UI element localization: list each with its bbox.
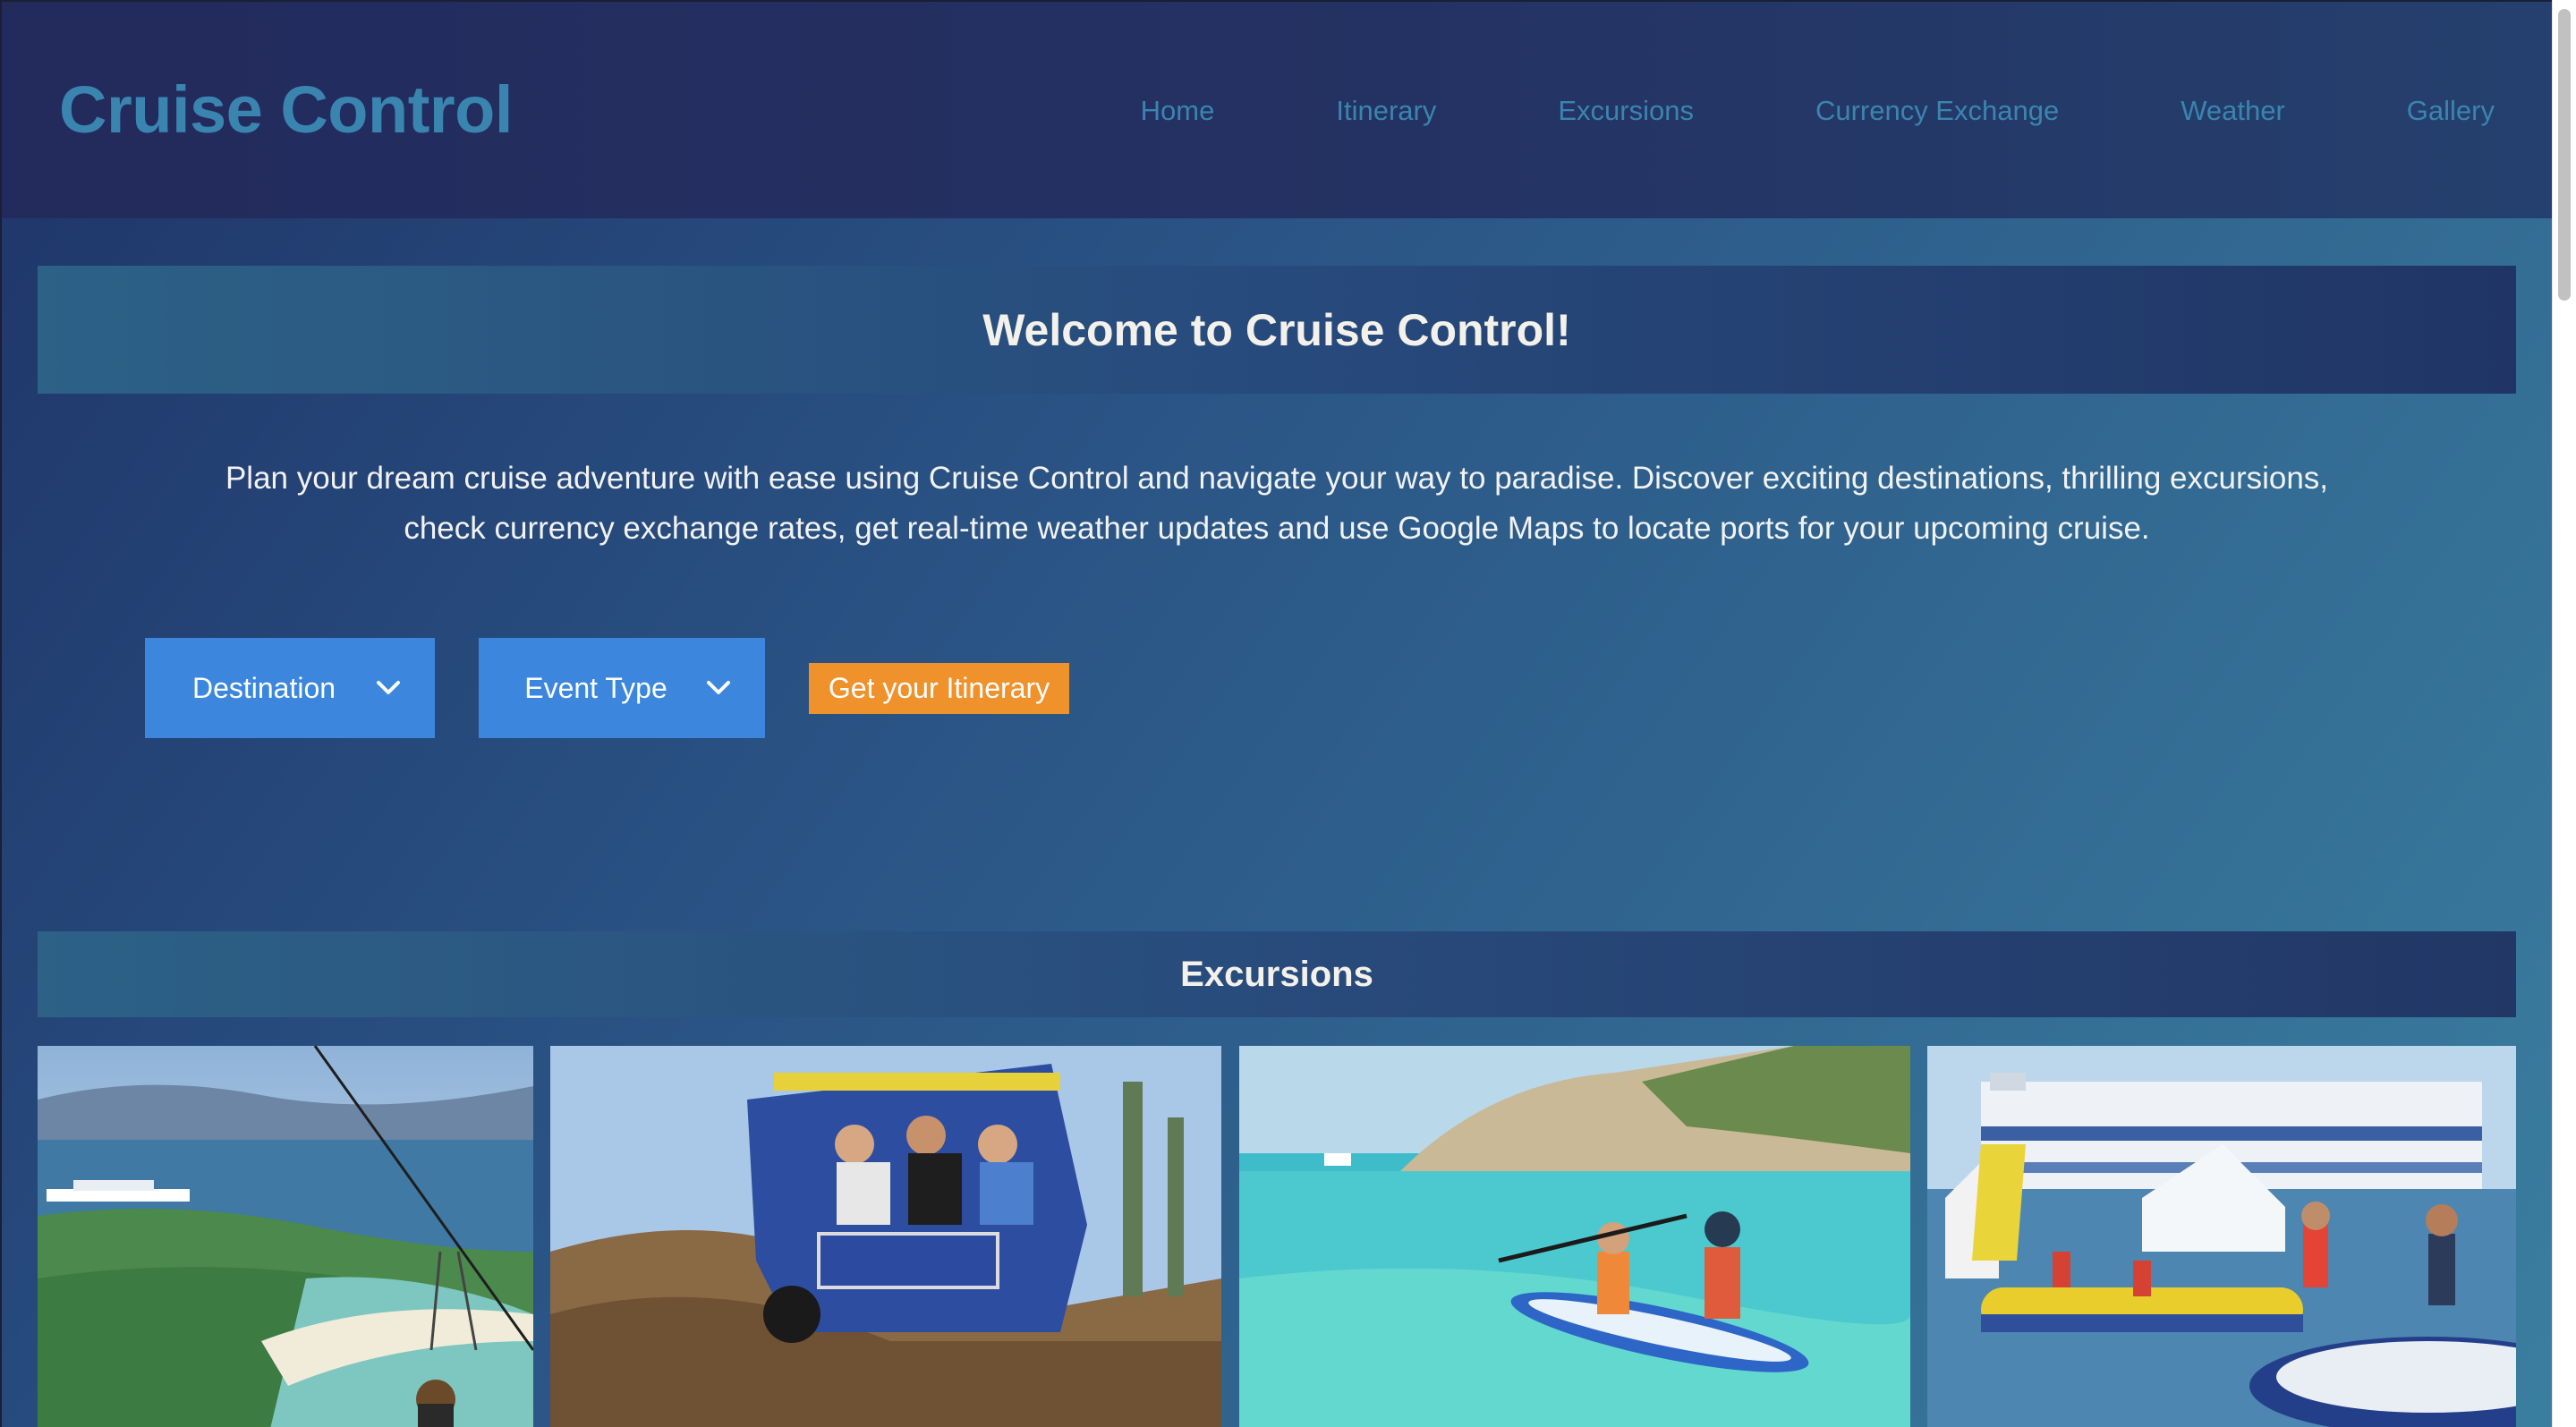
zipline-over-beach-photo[interactable] [38,1046,533,1427]
jeep-offroad-tour-photo[interactable] [550,1046,1221,1427]
nav-home-link[interactable]: Home [1141,95,1215,127]
welcome-title: Welcome to Cruise Control! [982,304,1571,355]
main-nav: Home Itinerary Excursions Currency Excha… [1141,95,2495,127]
nav-currency-exchange-link[interactable]: Currency Exchange [1815,95,2059,127]
water-park-inflatables-photo[interactable] [1927,1046,2516,1427]
destination-select-label: Destination [191,671,336,704]
nav-itinerary-link[interactable]: Itinerary [1336,95,1436,127]
site-header: Cruise Control Home Itinerary Excursions… [2,2,2552,218]
page-viewport: Cruise Control Home Itinerary Excursions… [0,0,2552,1427]
excursions-header: Excursions [38,931,2516,1017]
kayaking-turquoise-water-photo[interactable] [1239,1046,1910,1427]
chevron-down-icon [692,680,745,696]
nav-weather-link[interactable]: Weather [2181,95,2285,127]
get-itinerary-button[interactable]: Get your Itinerary [809,663,1069,714]
event-type-select[interactable]: Event Type [479,638,765,738]
welcome-description: Plan your dream cruise adventure with ea… [225,461,2329,546]
chevron-down-icon [361,680,415,696]
page-scrollbar[interactable] [2552,0,2576,1427]
destination-select[interactable]: Destination [145,638,435,738]
nav-excursions-link[interactable]: Excursions [1558,95,1694,127]
event-type-select-label: Event Type [524,671,667,704]
scrollbar-thumb[interactable] [2558,9,2571,301]
brand-logo[interactable]: Cruise Control [59,72,513,148]
excursions-title: Excursions [1180,954,1373,994]
nav-gallery-link[interactable]: Gallery [2407,95,2495,127]
welcome-banner: Welcome to Cruise Control! [38,266,2516,394]
